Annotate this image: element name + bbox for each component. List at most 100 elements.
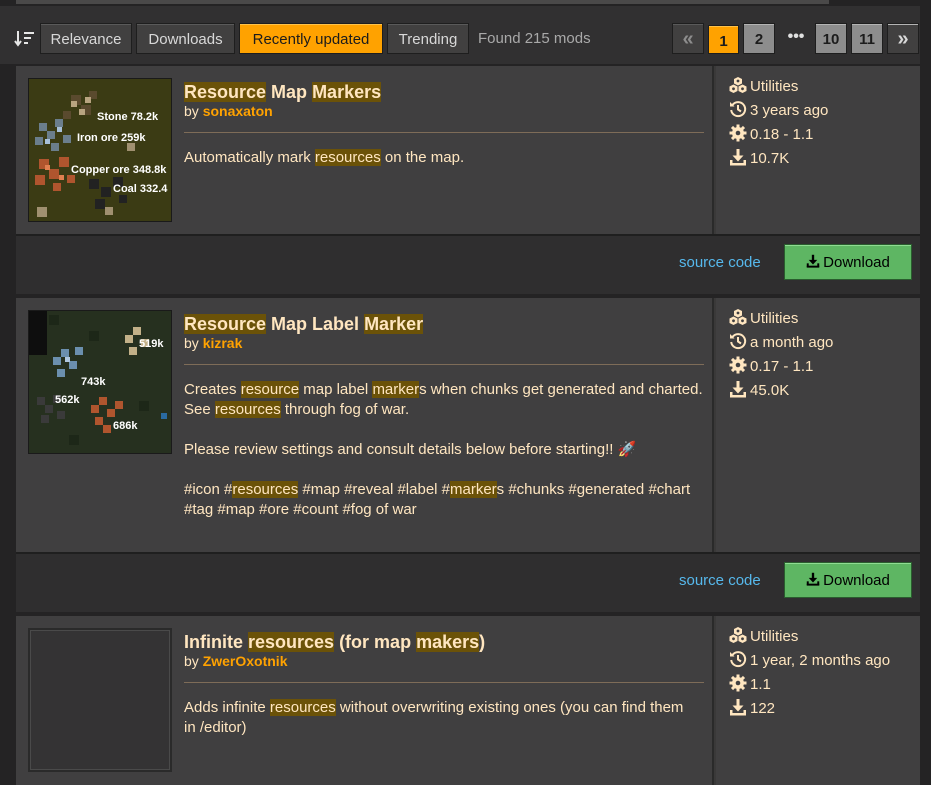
pagination-page-11[interactable]: 11 (851, 23, 883, 54)
title-highlight: Resource (184, 82, 267, 102)
download-button[interactable]: Download (784, 562, 912, 598)
mod-title[interactable]: Infinite resources (for map makers) (184, 632, 485, 653)
desc-text: #icon # (184, 481, 233, 498)
history-icon (730, 101, 747, 118)
mod-author-line: by ZwerOxotnik (184, 653, 287, 669)
desc-text: Adds infinite (184, 699, 270, 716)
history-icon (730, 651, 747, 668)
desc-text: on the map. (380, 149, 465, 166)
author-link[interactable]: ZwerOxotnik (203, 653, 288, 669)
thumb-label-2: 743k (81, 376, 106, 388)
description-line: Automatically mark resources on the map. (184, 148, 708, 168)
desc-text: s #chunks #generated #chart (496, 481, 691, 498)
gear-icon (729, 124, 747, 142)
thumb-label-3: 562k (55, 394, 80, 406)
sort-downloads-button[interactable]: Downloads (136, 23, 235, 54)
sort-recently-updated-button[interactable]: Recently updated (239, 23, 383, 54)
mod-author-line: by kizrak (184, 335, 242, 351)
thumb-label-iron: Iron ore 259k (77, 132, 146, 144)
mod-main-panel: Stone 78.2k Iron ore 259k Copper ore 348… (16, 66, 714, 234)
source-code-link[interactable]: source code (679, 572, 761, 589)
by-label: by (184, 335, 199, 351)
category-cubes-icon (729, 627, 747, 643)
desc-text: without overwriting existing ones (you c… (335, 699, 684, 716)
mod-updated: 1 year, 2 months ago (729, 650, 890, 670)
mod-versions: 0.17 - 1.1 (729, 356, 813, 376)
mod-thumbnail[interactable]: Stone 78.2k Iron ore 259k Copper ore 348… (28, 78, 172, 222)
download-icon (730, 149, 746, 166)
desc-text: Please review settings and consult detai… (184, 441, 637, 458)
pagination-page-2[interactable]: 2 (743, 23, 775, 54)
category-cubes-icon (729, 309, 747, 325)
sort-toolbar: Relevance Downloads Recently updated Tre… (0, 0, 931, 64)
pagination-prev-button[interactable]: « (672, 23, 704, 54)
desc-highlight: marker (372, 381, 420, 398)
mod-versions: 0.18 - 1.1 (729, 124, 813, 144)
mod-title[interactable]: Resource Map Markers (184, 82, 382, 103)
downloads-label: 45.0K (750, 382, 790, 399)
title-highlight: Marker (364, 314, 424, 334)
scrollbar-gutter[interactable] (920, 0, 931, 785)
mod-info-panel: Utilities 3 years ago 0.18 - 1.1 10.7K (716, 66, 920, 234)
mod-card: 519k 743k 562k 686k Resource Map Label M… (16, 298, 920, 612)
description-line: Adds infinite resources without overwrit… (184, 698, 708, 718)
mod-main-panel: Infinite resources (for map makers) by Z… (16, 616, 714, 785)
pagination-next-button[interactable]: » (887, 23, 919, 54)
desc-text: #map #reveal #label # (298, 481, 450, 498)
mod-category[interactable]: Utilities (729, 308, 798, 328)
title-highlight: Resource (184, 314, 267, 334)
thumb-label-coal: Coal 332.4 (113, 183, 168, 195)
desc-highlight: resources (314, 149, 381, 166)
thumb-label-4: 686k (113, 420, 138, 432)
category-label: Utilities (750, 310, 799, 327)
desc-highlight: marker (450, 481, 497, 498)
pagination-page-1[interactable]: 1 (708, 25, 739, 54)
thumb-label-stone: Stone 78.2k (97, 111, 159, 123)
mod-title[interactable]: Resource Map Label Marker (184, 314, 424, 335)
desc-text: s when chunks get generated and charted. (419, 381, 703, 398)
mod-card: Stone 78.2k Iron ore 259k Copper ore 348… (16, 66, 920, 294)
source-code-link[interactable]: source code (679, 254, 761, 271)
mod-category[interactable]: Utilities (729, 76, 798, 96)
mod-thumbnail[interactable]: 519k 743k 562k 686k (28, 310, 172, 454)
author-link[interactable]: kizrak (203, 335, 243, 351)
author-link[interactable]: sonaxaton (203, 103, 273, 119)
mod-main-panel: 519k 743k 562k 686k Resource Map Label M… (16, 298, 714, 552)
updated-label: a month ago (750, 334, 834, 351)
category-label: Utilities (750, 628, 799, 645)
description-line: in /editor) (184, 718, 708, 738)
title-text: Map Label (266, 314, 365, 334)
desc-text: Automatically mark (184, 149, 315, 166)
pagination-page-10[interactable]: 10 (815, 23, 847, 54)
category-label: Utilities (750, 78, 799, 95)
description-line: Please review settings and consult detai… (184, 440, 708, 460)
download-label: Download (823, 572, 890, 589)
by-label: by (184, 653, 199, 669)
downloads-label: 122 (750, 700, 776, 717)
mod-thumbnail-placeholder[interactable] (28, 628, 172, 772)
mod-info-panel: Utilities a month ago 0.17 - 1.1 45.0K (716, 298, 920, 552)
description-line: Creates resource map label markers when … (184, 380, 708, 400)
desc-text: Creates (184, 381, 241, 398)
title-highlight: resources (248, 632, 335, 652)
thumb-label-copper: Copper ore 348.8k (71, 164, 167, 176)
download-button[interactable]: Download (784, 244, 912, 280)
updated-label: 1 year, 2 months ago (750, 652, 891, 669)
mod-footer: source code Download (16, 552, 920, 612)
title-divider (184, 364, 704, 365)
pagination-ellipsis[interactable]: ••• (783, 23, 809, 54)
desc-text: in /editor) (184, 719, 247, 736)
mod-info-panel: Utilities 1 year, 2 months ago 1.1 122 (716, 616, 920, 785)
description-line: See resources through fog of war. (184, 400, 708, 420)
mod-updated: a month ago (729, 332, 833, 352)
sort-order-icon[interactable] (14, 29, 36, 49)
desc-highlight: resources (232, 481, 299, 498)
mod-description: Adds infinite resources without overwrit… (184, 698, 708, 738)
mod-category[interactable]: Utilities (729, 626, 798, 646)
sort-relevance-button[interactable]: Relevance (40, 23, 132, 54)
download-icon (730, 699, 746, 716)
desc-highlight: resources (214, 401, 281, 418)
sort-trending-button[interactable]: Trending (387, 23, 469, 54)
